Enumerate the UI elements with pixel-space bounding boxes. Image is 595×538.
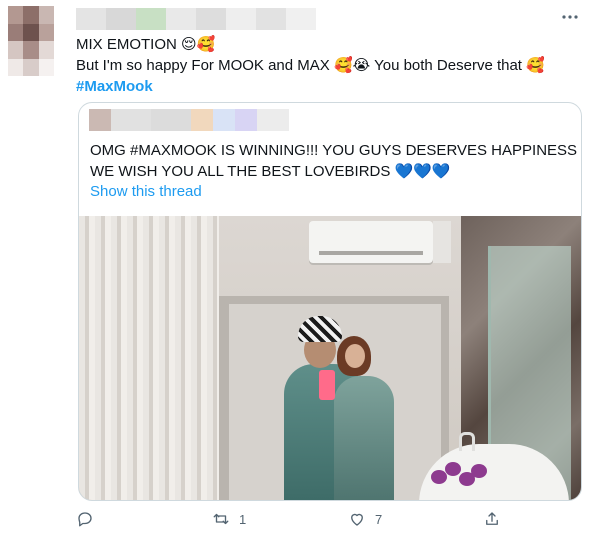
tweet-line-1: MIX EMOTION xyxy=(76,36,177,53)
more-dots-icon xyxy=(562,15,578,19)
orchid-flowers xyxy=(431,460,491,500)
curtain xyxy=(79,216,219,500)
emoji-group: 🥰 xyxy=(526,56,545,74)
more-icon[interactable] xyxy=(559,6,581,28)
tweet-actions: 1 7 xyxy=(76,510,506,532)
quoted-author-header[interactable] xyxy=(89,109,289,131)
phone xyxy=(319,370,335,400)
retweet-button[interactable]: 1 xyxy=(212,510,246,528)
retweet-icon xyxy=(213,513,229,525)
heart-icon xyxy=(351,513,363,526)
quoted-line-1: OMG #MAXMOOK IS WINNING!!! YOU GUYS DESE… xyxy=(90,142,578,159)
faucet xyxy=(459,432,475,451)
share-icon xyxy=(486,512,498,525)
air-conditioner xyxy=(309,221,433,263)
emoji-group: 🥰😭 xyxy=(333,56,371,74)
retweet-count: 1 xyxy=(239,511,247,527)
reply-icon xyxy=(78,512,92,527)
avatar[interactable] xyxy=(8,6,54,76)
blue-heart-emoji-group: 💙💙💙 xyxy=(394,162,451,180)
author-name[interactable] xyxy=(76,8,316,30)
tweet-line-2b: You both Deserve that xyxy=(374,57,522,74)
like-button[interactable]: 7 xyxy=(348,510,382,528)
reply-button[interactable] xyxy=(76,510,103,528)
like-count: 7 xyxy=(375,511,383,527)
quoted-line-2: WE WISH YOU ALL THE BEST LOVEBIRDS xyxy=(90,163,391,180)
share-button[interactable] xyxy=(483,510,501,528)
quoted-photo[interactable] xyxy=(79,216,581,500)
hashtag-link[interactable]: #MaxMook xyxy=(76,78,153,95)
tweet-line-2a: But I'm so happy For MOOK and MAX xyxy=(76,57,330,74)
quoted-tweet-text: OMG #MAXMOOK IS WINNING!!! YOU GUYS DESE… xyxy=(90,141,578,182)
quoted-tweet[interactable]: OMG #MAXMOOK IS WINNING!!! YOU GUYS DESE… xyxy=(78,102,582,501)
show-thread-link[interactable]: Show this thread xyxy=(90,183,202,200)
tweet-text: MIX EMOTION 😌🥰 But I'm so happy For MOOK… xyxy=(76,34,576,97)
emoji-group: 😌🥰 xyxy=(181,35,216,53)
person-right xyxy=(334,376,394,500)
